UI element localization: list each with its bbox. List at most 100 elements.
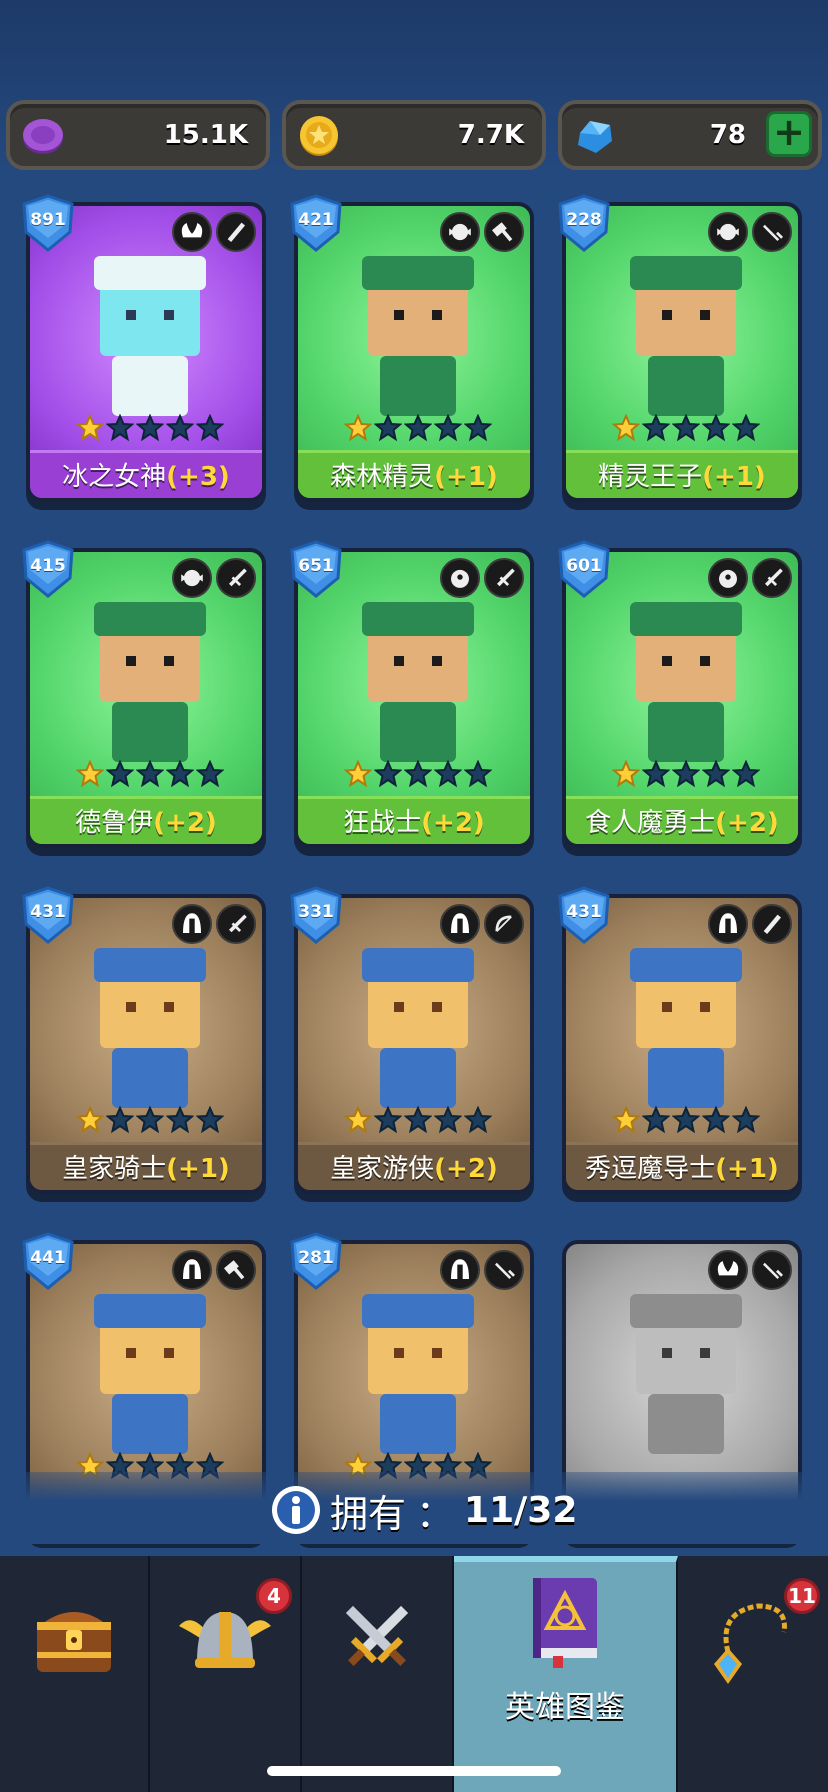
wand-icon	[752, 904, 792, 944]
owned-label: 拥有	[330, 1491, 407, 1536]
hero-name-label: 精灵王子(+1)	[566, 450, 798, 498]
hero-portrait-icon	[362, 602, 474, 762]
hero-bonus: (+2)	[434, 1154, 498, 1184]
star-rating	[612, 760, 760, 788]
hero-name-label: 狂战士(+2)	[298, 796, 530, 844]
hammer-icon	[484, 212, 524, 252]
amulet-icon	[714, 1603, 787, 1684]
hero-name: 森林精灵	[330, 462, 435, 492]
level-number: 891	[30, 210, 66, 230]
star-rating	[76, 1106, 224, 1134]
dagger-icon	[484, 1250, 524, 1290]
star-rating	[344, 760, 492, 788]
hero-name-label: 皇家骑士(+1)	[30, 1142, 262, 1190]
ogre-emblem-icon	[440, 558, 480, 598]
gem-currency-counter[interactable]: 78 +	[558, 100, 822, 170]
amulet-tab-badge: 11	[784, 1578, 820, 1614]
hero-bonus: (+1)	[715, 1154, 779, 1184]
helmet-emblem-icon	[708, 904, 748, 944]
purple-coin-icon	[23, 119, 63, 154]
hero-portrait-icon	[94, 602, 206, 762]
helmet-emblem-icon	[440, 1250, 480, 1290]
hero-portrait-icon	[630, 1294, 742, 1454]
sword-icon	[752, 558, 792, 598]
hero-portrait-icon	[630, 602, 742, 762]
level-badge: 281	[288, 1232, 344, 1290]
hero-portrait-icon	[630, 256, 742, 416]
hero-name-label: 秀逗魔导士(+1)	[566, 1142, 798, 1190]
dagger-icon	[752, 212, 792, 252]
level-badge: 228	[556, 194, 612, 252]
sword-icon	[216, 558, 256, 598]
level-badge: 601	[556, 540, 612, 598]
elf-emblem-icon	[440, 212, 480, 252]
level-number: 441	[30, 1248, 66, 1268]
level-badge: 651	[288, 540, 344, 598]
hero-name: 食人魔勇士	[585, 808, 716, 838]
level-number: 651	[298, 556, 334, 576]
purple-currency-amount: 15.1K	[163, 120, 248, 150]
star-rating	[612, 1106, 760, 1134]
star-rating	[344, 1106, 492, 1134]
tab-battle[interactable]	[302, 1556, 454, 1792]
hero-bonus: (+2)	[153, 808, 217, 838]
tab-heroes-helmet[interactable]: 4	[150, 1556, 302, 1792]
gold-currency-counter[interactable]: 7.7K	[282, 100, 546, 170]
hero-name: 冰之女神	[62, 462, 167, 492]
hero-bonus: (+2)	[421, 808, 485, 838]
info-icon[interactable]	[270, 1484, 322, 1536]
spellbook-icon	[533, 1578, 597, 1668]
sword-icon	[484, 558, 524, 598]
hero-bonus: (+2)	[715, 808, 779, 838]
helmet-tab-badge: 4	[256, 1578, 292, 1614]
level-number: 415	[30, 556, 66, 576]
level-badge: 431	[20, 886, 76, 944]
star-rating	[76, 760, 224, 788]
tab-chest[interactable]	[0, 1556, 150, 1792]
hero-name: 皇家骑士	[62, 1154, 167, 1184]
hero-name: 德鲁伊	[75, 808, 154, 838]
hero-portrait-icon	[362, 256, 474, 416]
hero-name-label: 森林精灵(+1)	[298, 450, 530, 498]
hero-name-label: 冰之女神(+3)	[30, 450, 262, 498]
hammer-icon	[216, 1250, 256, 1290]
crossed-swords-icon	[345, 1605, 409, 1666]
owned-counter: 拥有 ： 11/32	[270, 1484, 577, 1536]
hero-name-label: 食人魔勇士(+2)	[566, 796, 798, 844]
level-badge: 891	[20, 194, 76, 252]
wing-emblem-icon	[172, 212, 212, 252]
helmet-emblem-icon	[440, 904, 480, 944]
level-number: 431	[566, 902, 602, 922]
level-badge: 441	[20, 1232, 76, 1290]
hero-portrait-icon	[362, 948, 474, 1108]
hero-name-label: 德鲁伊(+2)	[30, 796, 262, 844]
level-number: 331	[298, 902, 334, 922]
ogre-emblem-icon	[708, 558, 748, 598]
wand-icon	[216, 212, 256, 252]
hero-name: 秀逗魔导士	[585, 1154, 716, 1184]
wing-emblem-icon	[708, 1250, 748, 1290]
owned-count: 11/32	[464, 1489, 578, 1531]
bow-icon	[484, 904, 524, 944]
level-badge: 421	[288, 194, 344, 252]
hero-bonus: (+3)	[166, 462, 230, 492]
tab-amulet[interactable]: 11	[678, 1556, 828, 1792]
star-rating	[612, 414, 760, 442]
tab-hero-codex[interactable]: 英雄图鉴	[454, 1556, 678, 1792]
hero-name-label: 皇家游侠(+2)	[298, 1142, 530, 1190]
hero-portrait-icon	[94, 256, 206, 416]
level-number: 601	[566, 556, 602, 576]
hero-bonus: (+1)	[702, 462, 766, 492]
hero-name: 皇家游侠	[330, 1154, 435, 1184]
level-number: 431	[30, 902, 66, 922]
gold-currency-amount: 7.7K	[457, 120, 524, 150]
level-number: 281	[298, 1248, 334, 1268]
add-gems-button[interactable]: +	[766, 111, 812, 157]
hero-portrait-icon	[630, 948, 742, 1108]
treasure-chest-icon	[37, 1612, 111, 1672]
hero-portrait-icon	[94, 948, 206, 1108]
gold-coin-icon	[300, 116, 338, 156]
hero-bonus: (+1)	[166, 1154, 230, 1184]
helmet-emblem-icon	[172, 904, 212, 944]
purple-currency-counter[interactable]: 15.1K	[6, 100, 270, 170]
